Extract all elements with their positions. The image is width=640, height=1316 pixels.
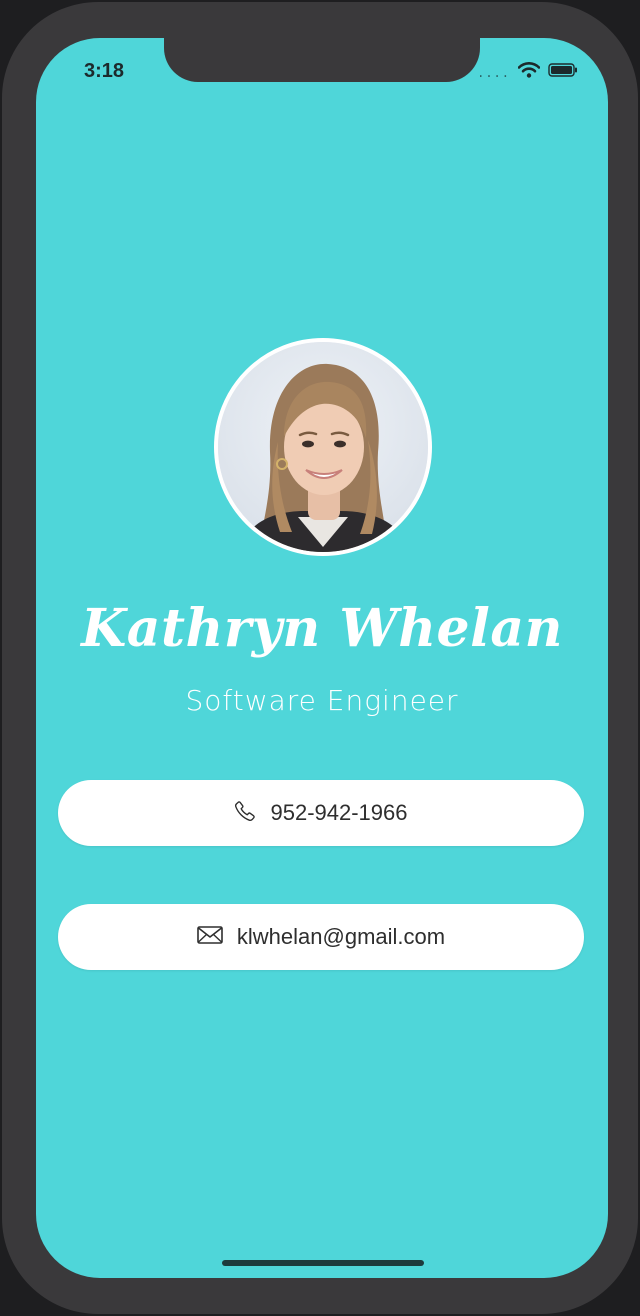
status-icons: .... <box>477 62 578 83</box>
profile-name: Kathryn Whelan <box>81 598 563 659</box>
app-screen: 3:18 .... Kathryn Whelan Software Engine… <box>36 38 608 1278</box>
phone-number: 952-942-1966 <box>270 800 408 825</box>
phone-card[interactable]: 952-942-1966 <box>58 780 584 846</box>
phone-icon <box>234 800 256 827</box>
wifi-icon <box>517 62 541 83</box>
avatar <box>214 338 432 556</box>
mail-icon <box>197 925 223 950</box>
email-card[interactable]: klwhelan@gmail.com <box>58 904 584 970</box>
battery-icon <box>548 63 578 82</box>
status-time: 3:18 <box>84 60 125 82</box>
profile-title: Software Engineer <box>185 684 459 717</box>
device-notch <box>164 38 480 82</box>
home-indicator[interactable] <box>222 1260 424 1266</box>
email-address: klwhelan@gmail.com <box>236 924 446 949</box>
signal-indicator: .... <box>477 65 510 80</box>
device-frame: 3:18 .... Kathryn Whelan Software Engine… <box>0 0 640 1316</box>
profile-photo <box>218 342 428 552</box>
